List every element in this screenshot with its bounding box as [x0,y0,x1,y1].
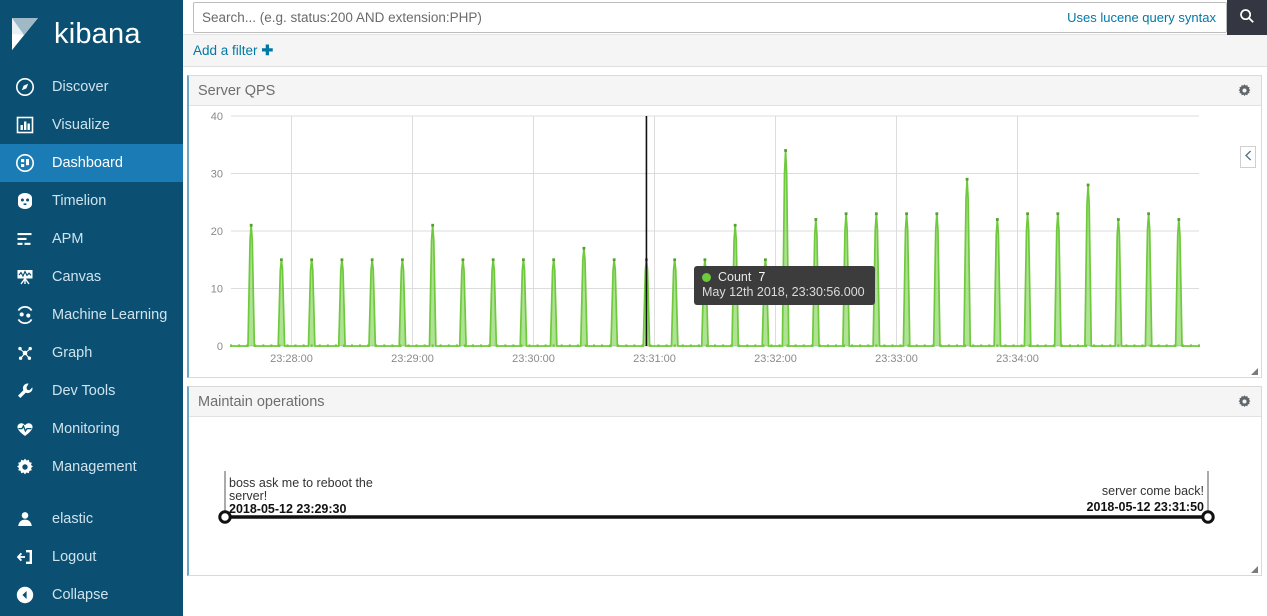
sidebar-item-collapse[interactable]: Collapse [0,576,183,614]
sidebar-item-label: Discover [52,79,109,95]
panel-server-qps: Server QPS 0 10 20 30 40 23:28:00 23:29:00 23:3… [187,75,1262,378]
chevron-left-icon [1244,150,1253,164]
canvas-icon [14,266,36,288]
sidebar-item-visualize[interactable]: Visualize [0,106,183,144]
svg-text:23:30:00: 23:30:00 [512,353,555,365]
sidebar-item-label: Dev Tools [52,383,116,399]
gear-icon[interactable] [1235,82,1253,100]
sidebar-item-discover[interactable]: Discover [0,68,183,106]
svg-text:boss ask me to reboot the: boss ask me to reboot the [229,476,373,490]
svg-text:server!: server! [229,489,267,503]
panel-header: Server QPS [189,76,1261,106]
machine-learning-icon [17,306,33,324]
sidebar-divider-gap [0,486,183,500]
graph-icon [14,342,36,364]
qps-chart[interactable]: 0 10 20 30 40 23:28:00 23:29:00 23:30:00 23:31:0… [189,106,1261,377]
svg-text:23:31:00: 23:31:00 [633,353,676,365]
sidebar-item-elastic-user[interactable]: elastic [0,500,183,538]
sidebar-item-label: Machine Learning [52,307,168,323]
sidebar-item-label: APM [52,231,84,247]
qps-chart-svg: 0 10 20 30 40 23:28:00 23:29:00 23:30:00 23:31:0… [211,111,1200,365]
panel-body: 0 10 20 30 40 23:28:00 23:29:00 23:30:00 23:31:0… [189,106,1261,377]
svg-text:23:34:00: 23:34:00 [996,353,1039,365]
plus-icon: ✚ [261,42,274,58]
sidebar-item-label: Collapse [52,587,109,603]
compass-icon [14,76,36,98]
svg-text:30: 30 [211,169,223,181]
timelion-icon [14,190,36,212]
brand-name: kibana [54,17,141,50]
panel-maintain-operations: Maintain operations boss ask me to reboo… [187,386,1262,576]
kibana-logo-icon [8,16,44,52]
sidebar-item-apm[interactable]: APM [0,220,183,258]
svg-text:23:29:00: 23:29:00 [391,353,434,365]
filter-bar: Add a filter ✚ [183,35,1267,67]
kibana-app: kibana Discover Visualize Dashboard Time… [0,0,1267,616]
svg-text:23:33:00: 23:33:00 [875,353,918,365]
svg-text:40: 40 [211,111,223,123]
collapse-left-icon [14,584,36,606]
svg-text:20: 20 [211,226,223,238]
dashboard-panels: Server QPS 0 10 20 30 40 23:28:00 23:29:00 23:3… [183,67,1267,616]
sidebar-item-monitoring[interactable]: Monitoring [0,410,183,448]
sidebar-item-management[interactable]: Management [0,448,183,486]
sidebar-item-label: Logout [52,549,97,565]
panel-title: Maintain operations [198,393,325,410]
sidebar-item-label: Monitoring [52,421,120,437]
search-icon [1239,8,1255,27]
search-field-wrapper[interactable]: Uses lucene query syntax [193,1,1227,33]
sidebar-item-label: Timelion [52,193,107,209]
sidebar-item-label: Canvas [52,269,102,285]
gear-icon[interactable] [1235,393,1253,411]
search-button[interactable] [1227,0,1267,35]
svg-text:2018-05-12 23:31:50: 2018-05-12 23:31:50 [1087,500,1204,514]
sidebar-item-canvas[interactable]: Canvas [0,258,183,296]
operations-timeline[interactable]: boss ask me to reboot the server! 2018-0… [189,417,1259,575]
search-input[interactable] [194,2,1068,32]
user-icon [14,508,36,530]
gear-icon [14,456,36,478]
add-filter-label: Add a filter [193,43,258,58]
sidebar-item-label: Management [52,459,137,475]
sidebar-item-logout[interactable]: Logout [0,538,183,576]
sidebar-item-label: elastic [52,511,94,527]
add-filter-button[interactable]: Add a filter ✚ [193,42,273,59]
search-bar: Uses lucene query syntax [183,0,1267,35]
sidebar-item-graph[interactable]: Graph [0,334,183,372]
svg-text:server come back!: server come back! [1102,484,1204,498]
heartbeat-icon [14,418,36,440]
svg-text:2018-05-12 23:29:30: 2018-05-12 23:29:30 [229,502,346,516]
main-content: Uses lucene query syntax Add a filter ✚ … [183,0,1267,616]
sidebar-nav: Discover Visualize Dashboard Timelion AP… [0,68,183,614]
svg-text:23:28:00: 23:28:00 [270,353,313,365]
sidebar: kibana Discover Visualize Dashboard Time… [0,0,183,616]
apm-icon [14,228,36,250]
sidebar-item-dashboard[interactable]: Dashboard [0,144,183,182]
svg-text:0: 0 [217,341,223,353]
sidebar-item-label: Graph [52,345,93,361]
sidebar-item-machine-learning[interactable]: Machine Learning [0,296,183,334]
logout-icon [14,546,36,568]
panel-header: Maintain operations [189,387,1261,417]
sidebar-item-label: Dashboard [52,155,123,171]
wrench-icon [14,380,36,402]
bar-chart-icon [14,114,36,136]
svg-text:23:32:00: 23:32:00 [754,353,797,365]
lucene-syntax-link[interactable]: Uses lucene query syntax [1067,10,1226,25]
brand: kibana [0,0,183,68]
panel-body: boss ask me to reboot the server! 2018-0… [189,417,1261,575]
legend-toggle-button[interactable] [1240,146,1256,168]
panel-title: Server QPS [198,82,276,99]
svg-text:10: 10 [211,284,223,296]
dashboard-icon [14,152,36,174]
resize-handle-icon[interactable] [1247,561,1259,573]
resize-handle-icon[interactable] [1247,363,1259,375]
sidebar-item-label: Visualize [52,117,110,133]
sidebar-item-dev-tools[interactable]: Dev Tools [0,372,183,410]
sidebar-item-timelion[interactable]: Timelion [0,182,183,220]
